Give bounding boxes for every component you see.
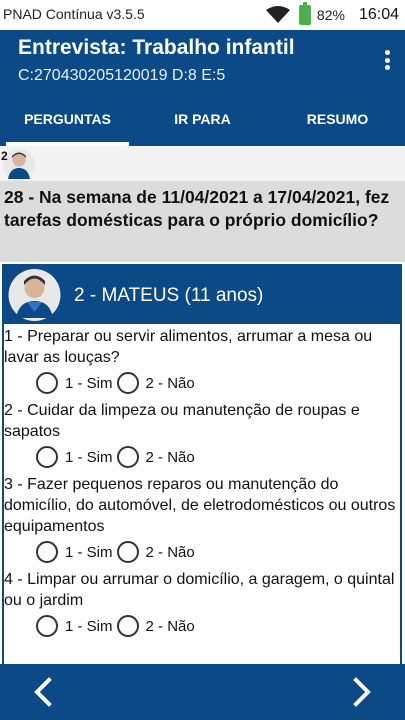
question-text: 28 - Na semana de 11/04/2021 a 17/04/202… [0,182,405,262]
tab-perguntas[interactable]: PERGUNTAS [0,92,135,146]
item-text: 1 - Preparar ou servir alimentos, arruma… [4,328,373,366]
person-selector-row: 2 [0,146,405,182]
option-label: 1 - Sim [65,374,113,392]
radio-button[interactable] [36,541,58,563]
chevron-right-icon[interactable] [347,676,377,708]
option-sim[interactable]: 1 - Sim [36,372,113,394]
chevron-left-icon[interactable] [28,676,58,708]
radio-button[interactable] [116,541,139,563]
page-title: Entrevista: Trabalho infantil [18,36,295,59]
option-nao[interactable]: 2 - Não [116,446,195,468]
interview-code: C:270430205120019 D:8 E:5 [18,67,226,84]
list-item: 2 - Cuidar da limpeza ou manutenção de r… [4,398,400,472]
list-item: 4 - Limpar ou arrumar o domicílio, a gar… [4,567,400,641]
bottom-nav-bar [0,664,405,720]
item-text: 2 - Cuidar da limpeza ou manutenção de r… [4,402,360,440]
option-label: 1 - Sim [65,617,113,635]
option-label: 2 - Não [145,374,195,392]
battery-level: 82% [316,7,345,23]
answer-options: 1 - Sim 2 - Não [4,537,400,567]
radio-button[interactable] [36,446,58,468]
option-label: 1 - Sim [65,448,113,466]
tab-ir-para[interactable]: IR PARA [135,92,270,146]
option-label: 2 - Não [145,448,195,466]
option-nao[interactable]: 2 - Não [116,372,195,394]
answer-options: 1 - Sim 2 - Não [4,442,400,472]
radio-button[interactable] [36,615,58,637]
person-number-badge: 2 [1,149,8,163]
radio-button[interactable] [36,372,58,394]
person-avatar-icon [8,269,61,321]
wifi-icon [265,6,290,23]
radio-button[interactable] [116,615,139,637]
option-label: 1 - Sim [65,543,113,561]
item-text: 4 - Limpar ou arrumar o domicílio, a gar… [4,571,395,609]
app-bar: Entrevista: Trabalho infantil C:27043020… [0,30,405,92]
option-sim[interactable]: 1 - Sim [36,615,113,637]
clock: 16:04 [358,6,399,23]
list-item: 1 - Preparar ou servir alimentos, arruma… [4,324,400,398]
list-item: 3 - Fazer pequenos reparos ou manutenção… [4,472,400,567]
status-app-name: PNAD Contínua v3.5.5 [3,6,145,22]
item-text: 3 - Fazer pequenos reparos ou manutenção… [4,476,396,535]
answer-options: 1 - Sim 2 - Não [4,611,400,641]
option-sim[interactable]: 1 - Sim [36,541,113,563]
more-vert-icon[interactable] [383,50,391,70]
battery-icon [298,2,311,25]
radio-button[interactable] [116,372,139,394]
answer-options: 1 - Sim 2 - Não [4,368,400,398]
person-header: 2 - MATEUS (11 anos) [4,266,400,324]
option-nao[interactable]: 2 - Não [116,541,195,563]
person-name: 2 - MATEUS (11 anos) [74,285,264,306]
status-bar: PNAD Contínua v3.5.5 82% 16:04 [0,0,405,30]
status-indicators: 82% 16:04 [265,2,399,26]
tab-bar: PERGUNTAS IR PARA RESUMO [0,92,405,146]
option-sim[interactable]: 1 - Sim [36,446,113,468]
option-nao[interactable]: 2 - Não [116,615,195,637]
option-label: 2 - Não [145,543,195,561]
person-card: 2 - MATEUS (11 anos) 1 - Preparar ou ser… [2,264,402,664]
option-label: 2 - Não [145,617,195,635]
radio-button[interactable] [116,446,139,468]
tab-resumo[interactable]: RESUMO [270,92,405,146]
question-items: 1 - Preparar ou servir alimentos, arruma… [4,324,400,641]
